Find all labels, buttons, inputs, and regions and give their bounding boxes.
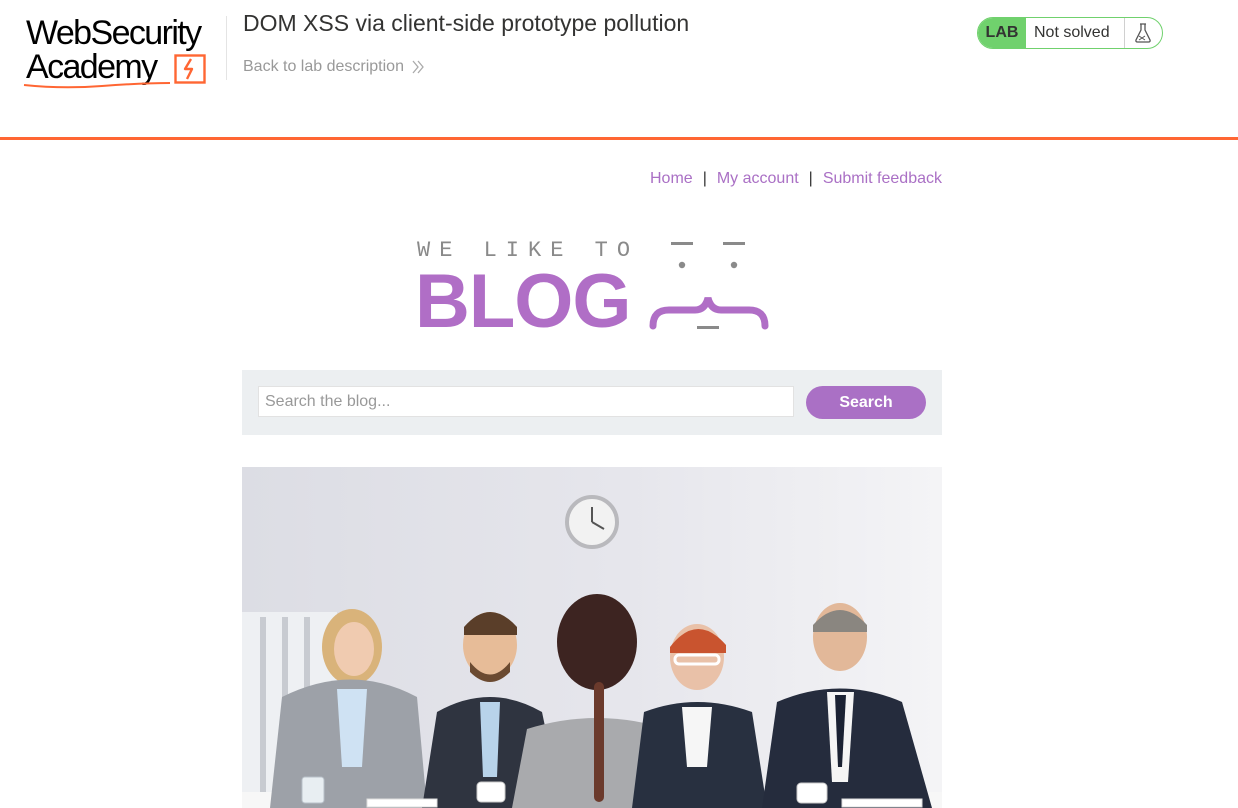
double-chevron-right-icon xyxy=(412,60,424,74)
back-to-lab-description-link[interactable]: Back to lab description xyxy=(243,58,424,76)
logo-lightning-icon xyxy=(174,54,206,84)
blog-logo: WE LIKE TO BLOG xyxy=(415,238,775,342)
lab-status-text: Not solved xyxy=(1034,24,1110,41)
lab-title: DOM XSS via client-side prototype pollut… xyxy=(243,10,690,36)
blog-logo-word: BLOG xyxy=(415,259,632,344)
header-divider xyxy=(226,16,227,80)
nav-my-account-link[interactable]: My account xyxy=(717,170,799,188)
curly-brace-face-icon xyxy=(649,242,769,330)
nav-home-link[interactable]: Home xyxy=(650,170,693,188)
nav-separator: | xyxy=(808,170,813,187)
header-orange-rule xyxy=(0,137,1238,140)
interview-photo xyxy=(242,467,942,808)
flask-icon[interactable] xyxy=(1124,18,1161,48)
blog-post-image[interactable] xyxy=(242,467,942,808)
blog-top-nav: Home | My account | Submit feedback xyxy=(650,170,942,188)
lab-status-widget: LAB Not solved xyxy=(977,17,1163,49)
logo-underline-swoosh xyxy=(23,82,171,89)
blog-search-panel: Search xyxy=(242,370,942,435)
blog-search-input[interactable] xyxy=(258,386,794,417)
search-button[interactable]: Search xyxy=(806,386,926,419)
web-security-academy-logo[interactable]: WebSecurity Academy xyxy=(22,14,227,90)
back-link-label: Back to lab description xyxy=(243,58,404,75)
academy-header: WebSecurity Academy DOM XSS via client-s… xyxy=(0,0,1238,140)
nav-separator: | xyxy=(702,170,707,187)
lab-badge: LAB xyxy=(978,18,1026,48)
logo-text-line1: WebSecurity xyxy=(26,14,202,52)
nav-submit-feedback-link[interactable]: Submit feedback xyxy=(823,170,942,188)
